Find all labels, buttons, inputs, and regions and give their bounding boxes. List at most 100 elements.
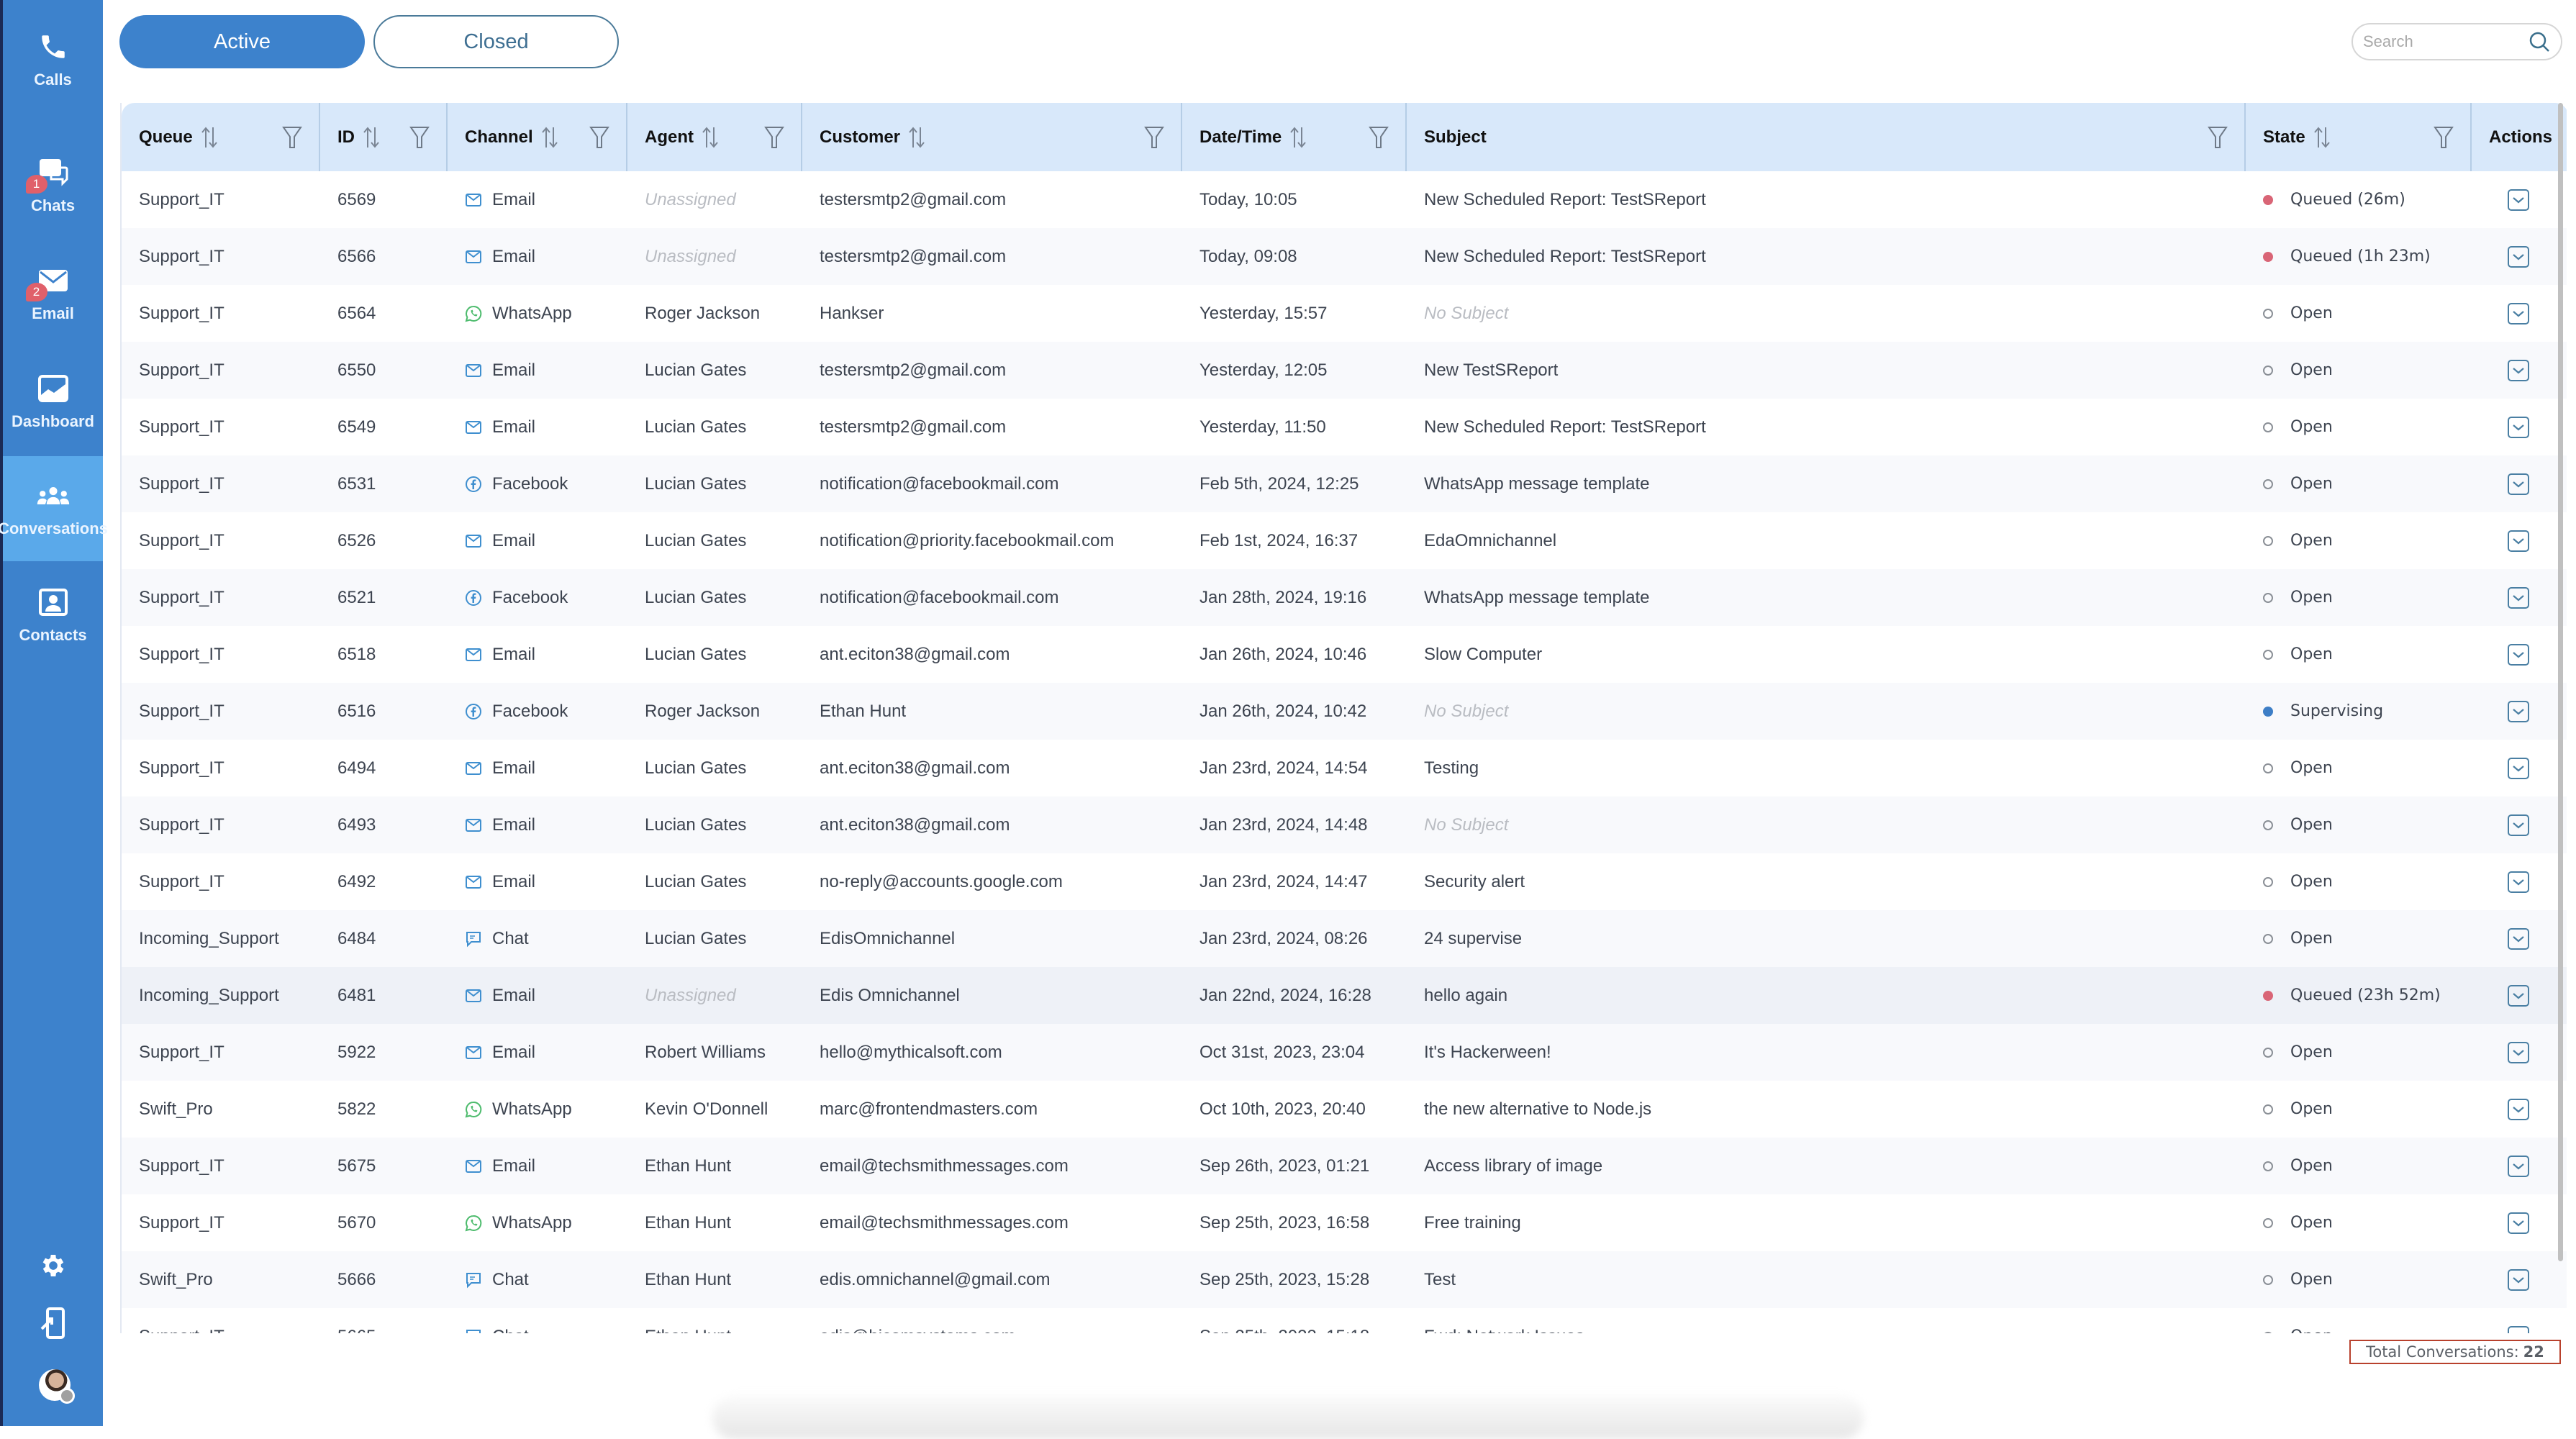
sidebar-item-contacts[interactable]: Contacts (3, 563, 103, 668)
column-header-datetime[interactable]: Date/Time (1182, 103, 1407, 171)
column-header-actions[interactable]: Actions (2472, 103, 2567, 171)
datetime-text: Jan 23rd, 2024, 14:48 (1199, 814, 1368, 835)
filter-icon[interactable] (589, 125, 610, 150)
table-row[interactable]: Support_IT 6494 Email Lucian Gates ant.ecito… (122, 740, 2567, 796)
vertical-scrollbar[interactable] (2558, 103, 2563, 1261)
cell-customer: Hankser (802, 285, 1182, 342)
row-actions-dropdown-button[interactable] (2508, 1268, 2529, 1291)
row-actions-dropdown-button[interactable] (2508, 530, 2529, 552)
table-row[interactable]: Support_IT 5670 WhatsApp Ethan Hunt email@te… (122, 1194, 2567, 1251)
column-header-customer[interactable]: Customer (802, 103, 1182, 171)
table-row[interactable]: Support_IT 6550 Email Lucian Gates testersmt… (122, 342, 2567, 399)
row-actions-dropdown-button[interactable] (2508, 700, 2529, 722)
cell-datetime: Feb 5th, 2024, 12:25 (1182, 455, 1407, 512)
logout-icon[interactable] (36, 1306, 71, 1340)
filter-icon[interactable] (409, 125, 430, 150)
agent-text: Unassigned (645, 189, 736, 209)
column-header-queue[interactable]: Queue (122, 103, 320, 171)
table-row[interactable]: Support_IT 6493 Email Lucian Gates ant.ecito… (122, 796, 2567, 853)
column-header-state[interactable]: State (2246, 103, 2472, 171)
row-actions-dropdown-button[interactable] (2508, 1041, 2529, 1063)
table-row[interactable]: Support_IT 5665 Chat Ethan Hunt edis@bicomsy… (122, 1308, 2567, 1333)
sort-icon[interactable] (1289, 126, 1307, 149)
row-actions-dropdown-button[interactable] (2508, 984, 2529, 1007)
gear-icon[interactable] (36, 1248, 71, 1283)
tab-active[interactable]: Active (119, 15, 365, 68)
search-input[interactable] (2363, 32, 2521, 51)
table-row[interactable]: Support_IT 6492 Email Lucian Gates no-reply@… (122, 853, 2567, 910)
table-row[interactable]: Support_IT 6566 Email Unassigned testersmtp2… (122, 228, 2567, 285)
filter-icon[interactable] (763, 125, 785, 150)
cell-datetime: Jan 26th, 2024, 10:42 (1182, 683, 1407, 740)
row-actions-dropdown-button[interactable] (2508, 757, 2529, 779)
cell-datetime: Sep 25th, 2023, 16:58 (1182, 1194, 1407, 1251)
row-actions-dropdown-button[interactable] (2508, 473, 2529, 495)
sort-icon[interactable] (907, 126, 926, 149)
cell-agent: Ethan Hunt (627, 1308, 802, 1334)
filter-icon[interactable] (1143, 125, 1165, 150)
row-actions-dropdown-button[interactable] (2508, 1155, 2529, 1177)
datetime-text: Jan 22nd, 2024, 16:28 (1199, 985, 1371, 1005)
row-actions-dropdown-button[interactable] (2508, 643, 2529, 666)
table-row[interactable]: Support_IT 6564 WhatsApp Roger Jackson Hanks… (122, 285, 2567, 342)
row-actions-dropdown-button[interactable] (2508, 814, 2529, 836)
row-actions-dropdown-button[interactable] (2508, 416, 2529, 438)
customer-text: ant.eciton38@gmail.com (820, 644, 1010, 664)
row-actions-dropdown-button[interactable] (2508, 245, 2529, 268)
sidebar-item-conversations[interactable]: Conversations (0, 456, 108, 561)
table-row[interactable]: Support_IT 6521 Facebook Lucian Gates notifi… (122, 569, 2567, 626)
row-actions-dropdown-button[interactable] (2508, 1325, 2529, 1333)
cell-id: 6494 (320, 740, 448, 796)
sort-icon[interactable] (362, 126, 381, 149)
cell-id: 5822 (320, 1081, 448, 1138)
tab-closed[interactable]: Closed (373, 15, 619, 68)
table-row[interactable]: Support_IT 6569 Email Unassigned testersmtp2… (122, 171, 2567, 228)
cell-datetime: Jan 23rd, 2024, 14:54 (1182, 740, 1407, 796)
row-actions-dropdown-button[interactable] (2508, 927, 2529, 950)
row-actions-dropdown-button[interactable] (2508, 189, 2529, 211)
sort-icon[interactable] (200, 126, 219, 149)
sidebar-item-chats[interactable]: 1 Chats (3, 133, 103, 238)
table-row[interactable]: Swift_Pro 5666 Chat Ethan Hunt edis.omnichan… (122, 1251, 2567, 1308)
sidebar-item-email[interactable]: 2 Email (3, 241, 103, 346)
table-row[interactable]: Support_IT 5675 Email Ethan Hunt email@techs… (122, 1138, 2567, 1194)
chat-icon (465, 1271, 482, 1289)
row-actions-dropdown-button[interactable] (2508, 1098, 2529, 1120)
sort-icon[interactable] (701, 126, 720, 149)
id-text: 6566 (337, 246, 376, 266)
sort-icon[interactable] (2313, 126, 2331, 149)
column-header-subject[interactable]: Subject (1407, 103, 2246, 171)
table-row[interactable]: Support_IT 6516 Facebook Roger Jackson Ethan… (122, 683, 2567, 740)
table-row[interactable]: Support_IT 6526 Email Lucian Gates notificat… (122, 512, 2567, 569)
table-row[interactable]: Support_IT 6549 Email Lucian Gates testersmt… (122, 399, 2567, 455)
table-row[interactable]: Support_IT 6518 Email Lucian Gates ant.ecito… (122, 626, 2567, 683)
state-text: Open (2290, 1043, 2333, 1061)
id-text: 5922 (337, 1042, 376, 1062)
table-row[interactable]: Swift_Pro 5822 WhatsApp Kevin O'Donnell marc… (122, 1081, 2567, 1138)
sort-icon[interactable] (540, 126, 559, 149)
sidebar-item-dashboard[interactable]: Dashboard (3, 349, 103, 454)
table-row[interactable]: Support_IT 5922 Email Robert Williams hello@… (122, 1024, 2567, 1081)
column-header-id[interactable]: ID (320, 103, 448, 171)
chevron-down-icon (2513, 765, 2524, 771)
agent-text: Ethan Hunt (645, 1156, 732, 1176)
row-actions-dropdown-button[interactable] (2508, 871, 2529, 893)
filter-icon[interactable] (1368, 125, 1389, 150)
sidebar-item-calls[interactable]: Calls (3, 7, 103, 112)
cell-datetime: Jan 23rd, 2024, 14:47 (1182, 853, 1407, 910)
table-row[interactable]: Support_IT 6531 Facebook Lucian Gates notifi… (122, 455, 2567, 512)
filter-icon[interactable] (2433, 125, 2454, 150)
avatar[interactable] (39, 1369, 75, 1404)
column-header-channel[interactable]: Channel (448, 103, 627, 171)
column-header-agent[interactable]: Agent (627, 103, 802, 171)
row-actions-dropdown-button[interactable] (2508, 1212, 2529, 1234)
filter-icon[interactable] (2207, 125, 2228, 150)
table-row[interactable]: Incoming_Support 6484 Chat Lucian Gates Edis… (122, 910, 2567, 967)
filter-icon[interactable] (281, 125, 303, 150)
row-actions-dropdown-button[interactable] (2508, 359, 2529, 381)
cell-queue: Support_IT (122, 1024, 320, 1081)
row-actions-dropdown-button[interactable] (2508, 586, 2529, 609)
search-icon[interactable] (2528, 30, 2551, 53)
table-row[interactable]: Incoming_Support 6481 Email Unassigned Edis … (122, 967, 2567, 1024)
row-actions-dropdown-button[interactable] (2508, 302, 2529, 324)
